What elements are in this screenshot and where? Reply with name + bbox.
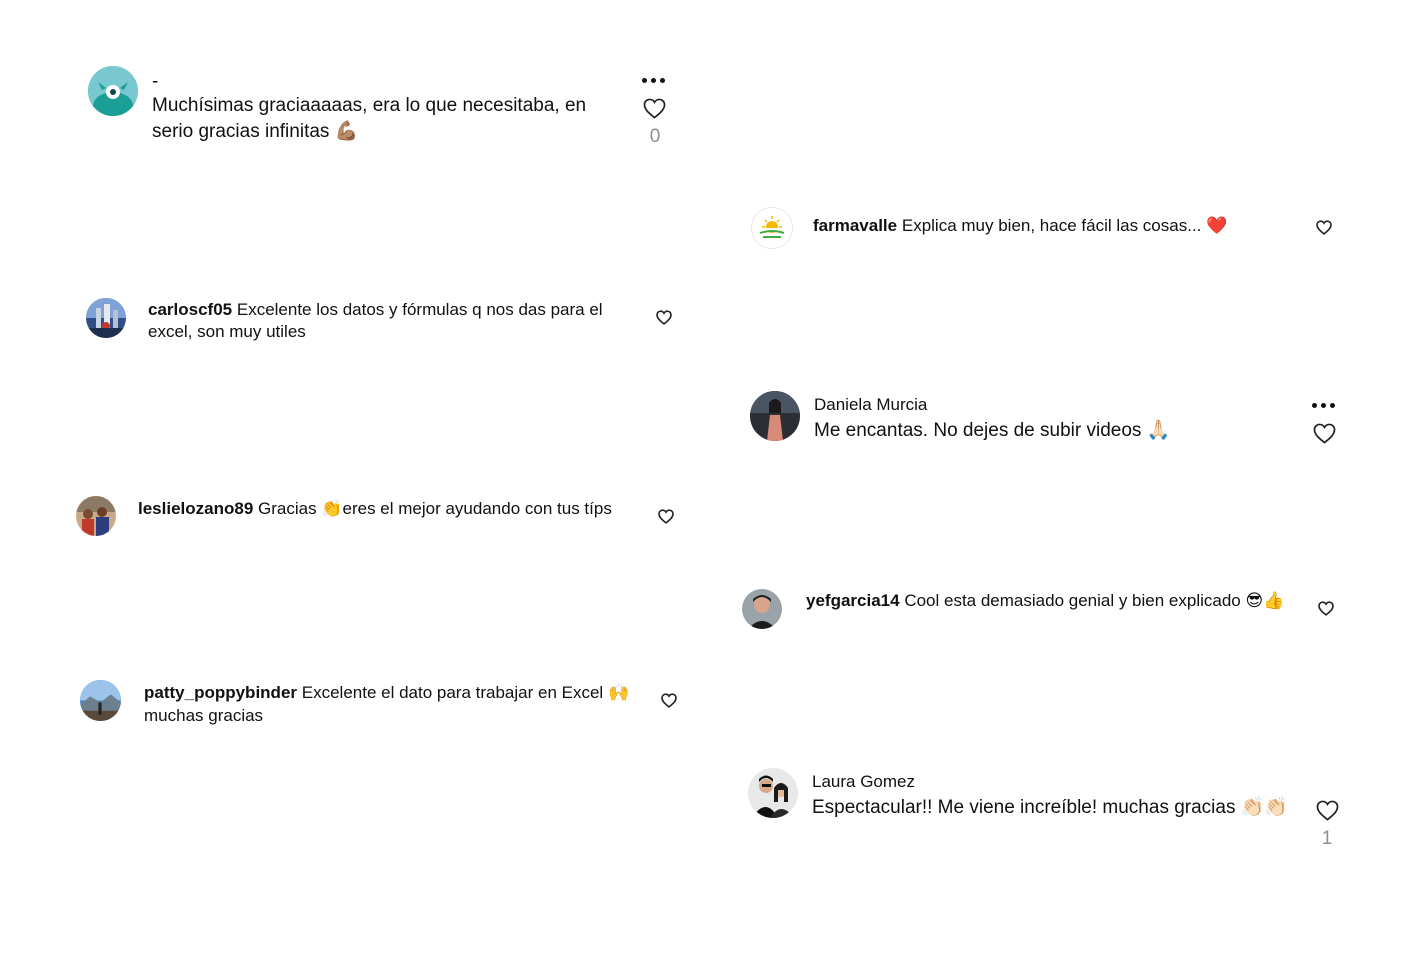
comment-body: Daniela Murcia Me encantas. No dejes de … — [814, 394, 1294, 443]
comment-body: yefgarcia14 Cool esta demasiado genial y… — [806, 590, 1286, 613]
like-count: 1 — [1321, 828, 1333, 849]
like-count: 0 — [649, 126, 661, 147]
comment-username[interactable]: farmavalle — [813, 216, 897, 235]
comment-emoji: 👏 — [321, 499, 343, 519]
comment-username[interactable]: patty_poppybinder — [144, 683, 297, 702]
heart-icon[interactable] — [1314, 217, 1334, 237]
avatar[interactable] — [748, 768, 798, 818]
heart-icon[interactable] — [654, 307, 674, 327]
comment-emoji: 👏🏻👏🏻 — [1240, 795, 1289, 818]
avatar[interactable] — [88, 66, 138, 116]
comment-body: Laura Gomez Espectacular!! Me viene incr… — [812, 771, 1292, 820]
comment-username[interactable]: carloscf05 — [148, 300, 232, 319]
comment-text: Cool esta demasiado genial y bien explic… — [904, 591, 1241, 610]
more-options-icon[interactable] — [1312, 403, 1335, 408]
comment-body: patty_poppybinder Excelente el dato para… — [144, 682, 644, 727]
comment-text: eres el mejor ayudando con tus típs — [342, 499, 612, 518]
comment-username[interactable]: leslielozano89 — [138, 499, 253, 518]
avatar[interactable] — [751, 207, 793, 249]
comment-text-suffix: muchas gracias — [144, 705, 264, 725]
comment-author[interactable]: Laura Gomez — [812, 771, 1292, 793]
comment-body: - Muchísimas graciaaaaas, era lo que nec… — [152, 70, 622, 144]
comment-username[interactable]: yefgarcia14 — [806, 591, 900, 610]
comment-text: Espectacular!! Me viene increíble! mucha… — [812, 796, 1236, 818]
avatar[interactable] — [86, 298, 126, 338]
comment-emoji: 💪🏽 — [334, 119, 359, 142]
comment-emoji: ❤️ — [1206, 216, 1228, 236]
comment-emoji: 🙏🏻 — [1146, 418, 1171, 441]
comment-author[interactable]: - — [152, 70, 622, 94]
heart-icon[interactable] — [1312, 421, 1337, 446]
heart-icon[interactable] — [642, 96, 667, 121]
comment-body: farmavalle Explica muy bien, hace fácil … — [813, 215, 1283, 238]
comment-author[interactable]: Daniela Murcia — [814, 394, 1294, 416]
comment-text: Explica muy bien, hace fácil las cosas..… — [901, 216, 1202, 235]
heart-icon[interactable] — [1315, 798, 1340, 823]
comment-text-prefix: Gracias — [258, 499, 317, 518]
avatar[interactable] — [76, 496, 116, 536]
avatar[interactable] — [80, 680, 121, 721]
comment-text: Me encantas. No dejes de subir videos — [814, 419, 1142, 441]
comment-emoji: 😎👍 — [1245, 591, 1285, 611]
comment-body: carloscf05 Excelente los datos y fórmula… — [148, 299, 643, 343]
heart-icon[interactable] — [656, 506, 676, 526]
comment-text: Excelente el dato para trabajar en Excel — [301, 683, 604, 702]
comment-body: leslielozano89 Gracias 👏eres el mejor ay… — [138, 498, 638, 521]
comment-text: Muchísimas graciaaaaas, era lo que neces… — [152, 95, 587, 142]
avatar[interactable] — [742, 589, 782, 629]
comment-emoji: 🙌 — [607, 683, 630, 703]
more-options-icon[interactable] — [642, 78, 665, 83]
avatar[interactable] — [750, 391, 800, 441]
heart-icon[interactable] — [659, 690, 679, 710]
heart-icon[interactable] — [1316, 598, 1336, 618]
